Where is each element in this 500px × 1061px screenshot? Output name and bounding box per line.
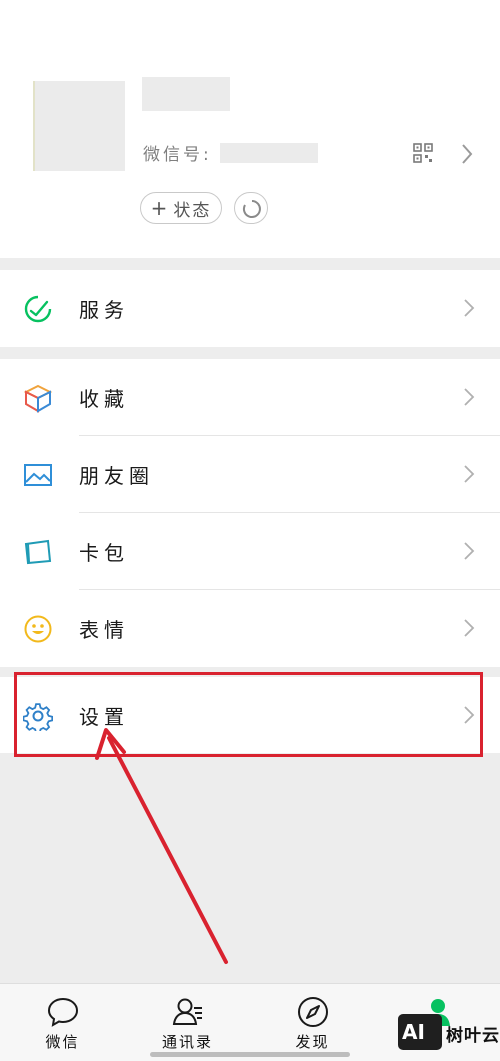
status-button-label: 状态 [173, 200, 212, 221]
avatar[interactable] [33, 81, 125, 171]
tab-label-discover: 发现 [295, 1033, 330, 1051]
services-icon [24, 295, 52, 323]
chevron-right-icon [464, 388, 475, 406]
smiley-icon [24, 615, 52, 643]
chevron-right-icon [464, 619, 475, 637]
add-status-button[interactable]: + 状态 [140, 192, 222, 224]
watermark-badge: AI [398, 1014, 442, 1050]
chevron-right-icon [462, 144, 473, 164]
home-indicator [150, 1052, 350, 1057]
chevron-right-icon [464, 465, 475, 483]
tab-label-contacts: 通讯录 [161, 1033, 213, 1051]
menu-item-moments[interactable]: 朋友圈 [0, 436, 500, 513]
menu-item-stickers[interactable]: 表情 [0, 590, 500, 667]
menu-label-stickers: 表情 [79, 618, 129, 642]
tab-discover[interactable]: 发现 [250, 984, 375, 1061]
watermark-logo: AI 树叶云 [398, 1012, 500, 1052]
qr-code-icon[interactable] [413, 143, 433, 163]
wechat-id-label: 微信号: [143, 145, 212, 165]
chat-bubble-icon [47, 997, 79, 1027]
tab-contacts[interactable]: 通讯录 [125, 984, 250, 1061]
refresh-ring-icon [242, 200, 261, 218]
status-ring-button[interactable] [234, 192, 268, 224]
chevron-right-icon [464, 542, 475, 560]
features-group: 收藏 朋友圈 卡包 表情 [0, 359, 500, 667]
menu-label-services: 服务 [79, 298, 129, 322]
menu-item-cards[interactable]: 卡包 [0, 513, 500, 590]
tab-chats[interactable]: 微信 [0, 984, 125, 1061]
card-wallet-icon [24, 539, 52, 565]
profile-header[interactable]: 微信号: + 状态 [0, 0, 500, 258]
moments-image-icon [24, 464, 52, 486]
menu-label-cards: 卡包 [79, 541, 129, 565]
tab-label-chats: 微信 [45, 1033, 80, 1051]
nickname-redacted [142, 77, 230, 111]
chevron-right-icon [464, 299, 475, 317]
compass-icon [298, 997, 328, 1027]
contacts-icon [172, 998, 202, 1025]
watermark-text: 树叶云 [446, 1026, 500, 1046]
menu-label-favorites: 收藏 [79, 387, 129, 411]
wechat-id-redacted [220, 143, 318, 163]
highlight-box [14, 672, 483, 757]
favorites-cube-icon [23, 384, 53, 413]
menu-label-moments: 朋友圈 [79, 464, 154, 488]
plus-icon: + [150, 196, 170, 220]
services-group: 服务 [0, 270, 500, 347]
menu-item-services[interactable]: 服务 [0, 270, 500, 347]
menu-item-favorites[interactable]: 收藏 [0, 359, 500, 436]
